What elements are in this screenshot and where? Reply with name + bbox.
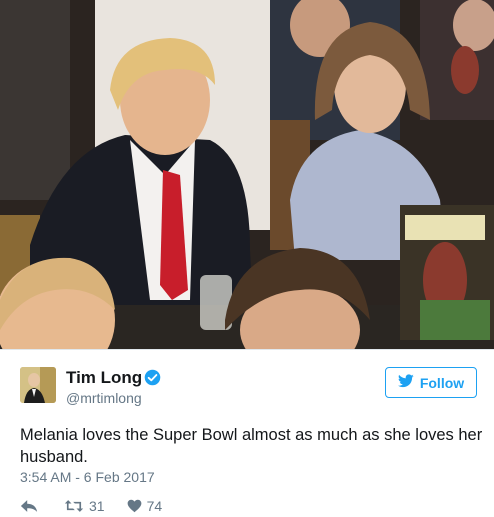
tweet-actions: 31 74 (20, 497, 162, 515)
reply-button[interactable] (20, 499, 38, 513)
follow-label: Follow (419, 374, 465, 391)
tweet-timestamp[interactable]: 3:54 AM - 6 Feb 2017 (20, 469, 155, 485)
like-button[interactable]: 74 (127, 498, 163, 514)
retweet-count: 31 (89, 498, 105, 514)
retweet-icon (64, 499, 84, 513)
heart-icon (127, 499, 142, 513)
twitter-bird-icon (397, 374, 414, 391)
retweet-button[interactable]: 31 (64, 498, 105, 514)
like-count: 74 (146, 498, 163, 514)
tweet-photo[interactable] (0, 0, 494, 349)
reply-icon (20, 499, 38, 513)
author-name[interactable]: Tim Long (66, 368, 142, 388)
verified-badge-icon (144, 369, 161, 386)
tweet-text: Melania loves the Super Bowl almost as m… (20, 426, 483, 466)
tweet-card: Tim Long @mrtimlong Follow Melania loves… (0, 349, 494, 517)
follow-button[interactable]: Follow (385, 367, 477, 398)
avatar[interactable] (20, 367, 56, 403)
author-handle[interactable]: @mrtimlong (66, 390, 142, 406)
